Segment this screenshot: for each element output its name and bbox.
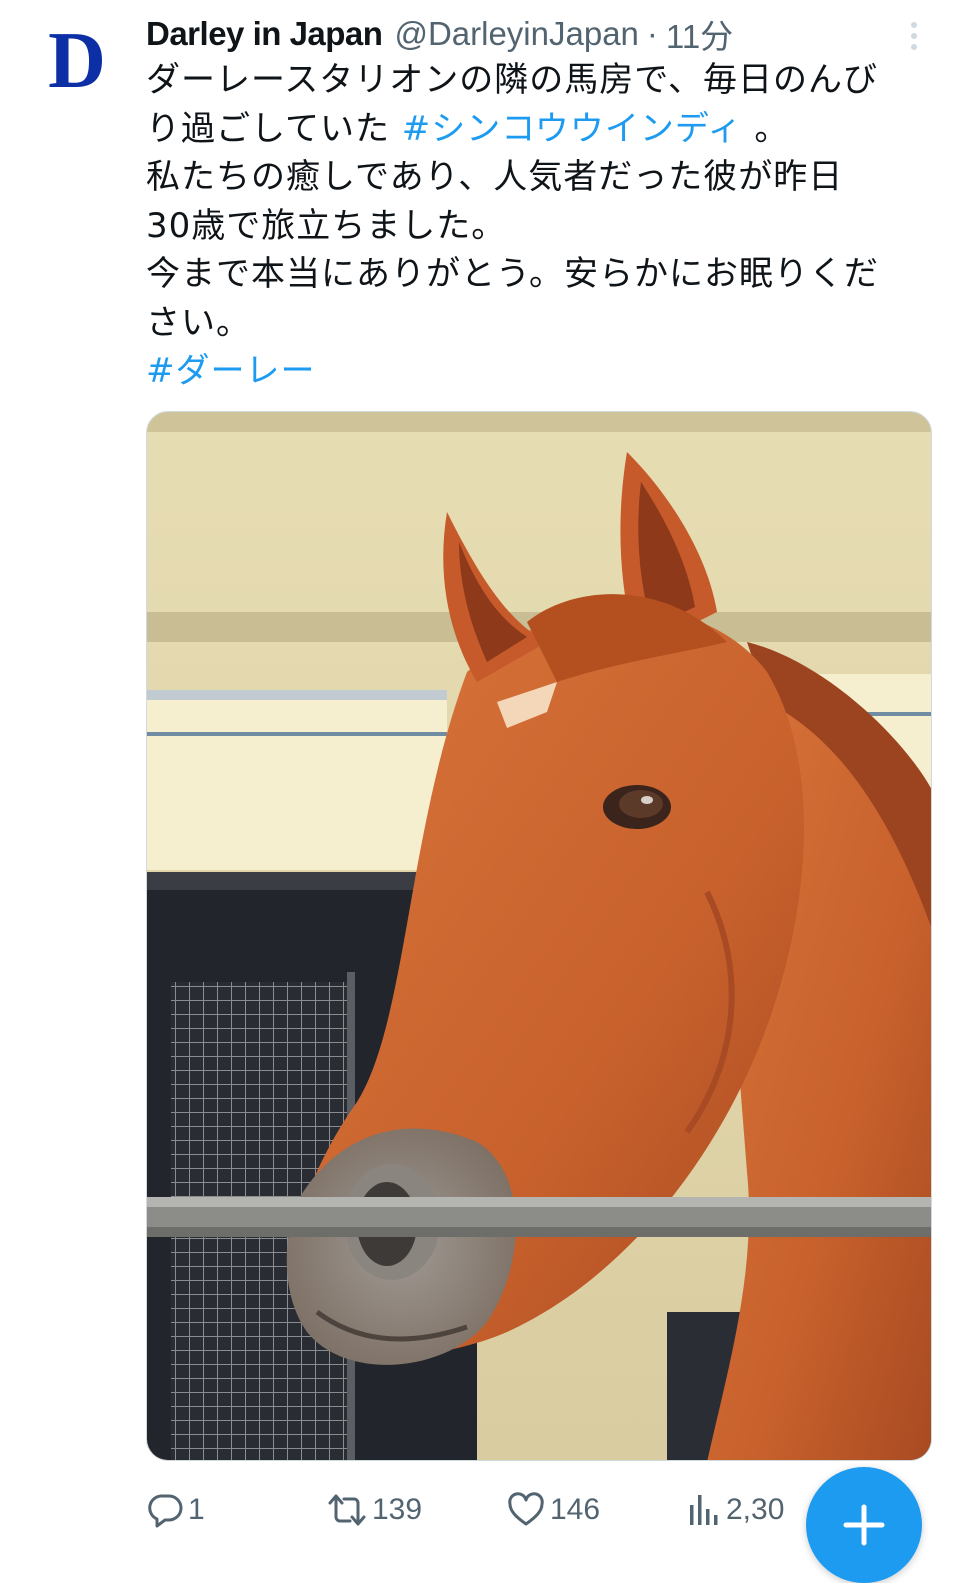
more-vertical-icon[interactable] [904, 18, 924, 54]
reply-icon [148, 1494, 183, 1528]
tweet-line-5: 今まで本当にありがとう。安らかにお眠りくだ [146, 254, 879, 294]
views-icon [690, 1495, 718, 1525]
hashtag-link-shinkou-windy[interactable]: #シンコウウインディ [402, 109, 743, 149]
hashtag-link-darley[interactable]: #ダーレー [146, 347, 946, 396]
tweet-photo[interactable] [146, 411, 932, 1461]
views-count: 2,30 [726, 1493, 785, 1526]
retweet-count: 139 [372, 1493, 423, 1526]
plus-icon [843, 1504, 885, 1546]
tweet-line-1: ダーレースタリオンの隣の馬房で、毎日のんび [146, 60, 878, 100]
tweet-line-4: 30歳で旅立ちました。 [146, 205, 507, 246]
tweet-text: ダーレースタリオンの隣の馬房で、毎日のんび り過ごしていた #シンコウウインディ… [146, 56, 946, 396]
horse-photo-illustration [147, 412, 931, 1460]
tweet-header: Darley in Japan @DarleyinJapan · 11分 [146, 12, 733, 56]
tweet-line-3: 私たちの癒しであり、人気者だった彼が昨日 [146, 157, 844, 197]
display-name[interactable]: Darley in Japan [146, 15, 383, 53]
like-count: 146 [550, 1493, 601, 1526]
like-button[interactable]: 146 [506, 1482, 600, 1538]
timestamp[interactable]: 11分 [666, 10, 733, 58]
heart-icon [508, 1492, 544, 1526]
avatar[interactable]: D [42, 21, 112, 101]
tweet-line-2-prefix: り過ごしていた [146, 108, 402, 149]
views-button[interactable]: 2,30 [686, 1482, 784, 1538]
tweet-line-2: り過ごしていた #シンコウウインディ 。 [146, 105, 946, 154]
reply-button[interactable]: 1 [146, 1482, 205, 1538]
tweet-line-2-suffix: 。 [742, 108, 790, 149]
reply-count: 1 [188, 1493, 205, 1526]
user-handle[interactable]: @DarleyinJapan [394, 15, 638, 53]
retweet-icon [328, 1494, 366, 1526]
retweet-button[interactable]: 139 [326, 1482, 422, 1538]
avatar-letter: D [48, 17, 106, 105]
tweet-line-6: さい。 [146, 302, 251, 343]
separator-dot: · [646, 15, 658, 52]
compose-tweet-button[interactable] [806, 1467, 922, 1583]
